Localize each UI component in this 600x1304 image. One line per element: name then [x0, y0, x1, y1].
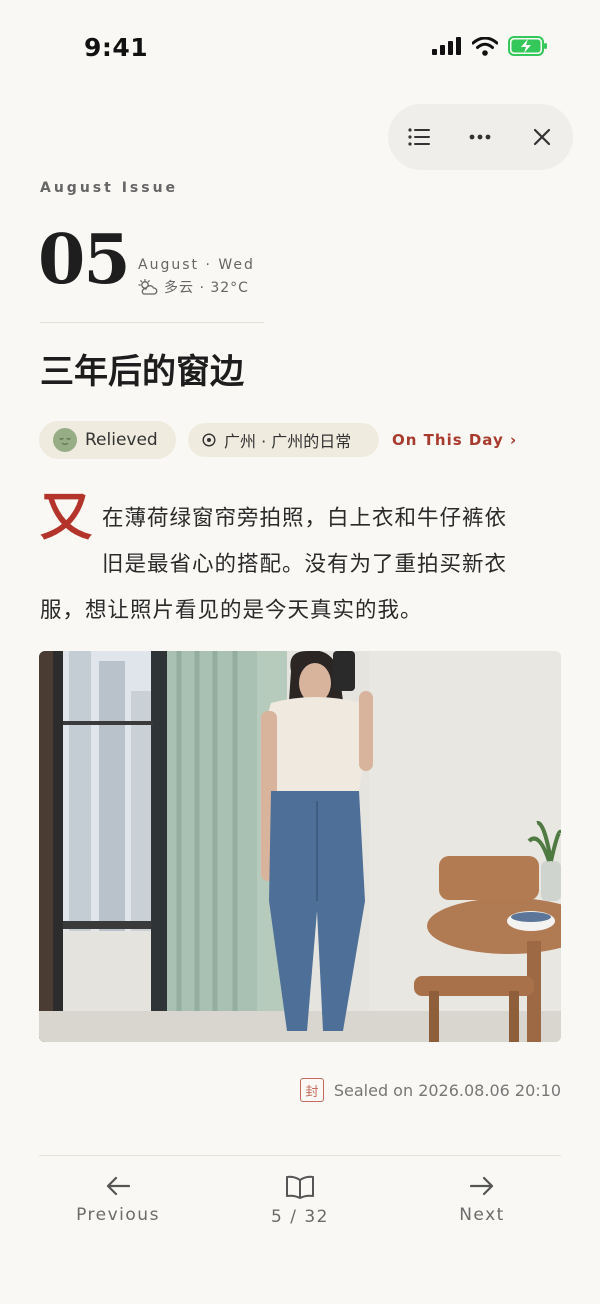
entry-body-line-1: 在薄荷绿窗帘旁拍照，白上衣和牛仔裤依: [102, 506, 508, 531]
next-button[interactable]: Next: [440, 1175, 524, 1225]
more-button[interactable]: [460, 117, 500, 157]
list-icon: [408, 128, 430, 146]
entry-title: 三年后的窗边: [40, 352, 244, 392]
cellular-signal-icon: [432, 37, 461, 55]
sealed-info: 封 Sealed on 2026.08.06 20:10: [299, 1078, 561, 1102]
close-button[interactable]: [522, 117, 562, 157]
location-chip[interactable]: 广州 · 广州的日常: [188, 423, 379, 457]
page-label: 5 / 32: [271, 1207, 329, 1227]
next-label: Next: [459, 1205, 505, 1225]
mood-chip[interactable]: Relieved: [39, 421, 176, 459]
previous-button[interactable]: Previous: [70, 1175, 166, 1225]
status-icons: [432, 36, 548, 56]
weather-row: 多云 · 32°C: [138, 277, 249, 297]
entry-body-line-2: 旧是最省心的搭配。没有为了重拍买新衣: [102, 552, 508, 577]
day-number: 05: [38, 220, 131, 300]
status-time: 9:41: [84, 33, 149, 62]
seal-stamp-icon: 封: [299, 1078, 324, 1102]
more-icon: [470, 134, 491, 140]
month-weekday: August · Wed: [138, 257, 255, 273]
previous-label: Previous: [76, 1205, 160, 1225]
entry-photo[interactable]: [39, 651, 561, 1042]
book-open-icon: [286, 1175, 314, 1199]
entry-body-line-3: 服，想让照片看见的是今天真实的我。: [40, 598, 423, 623]
location-pin-icon: [202, 433, 216, 447]
battery-charging-icon: [508, 36, 547, 56]
arrow-left-icon: [106, 1176, 131, 1196]
sealed-text: Sealed on 2026.08.06 20:10: [333, 1080, 561, 1100]
relieved-face-icon: [53, 428, 77, 452]
page-indicator[interactable]: 5 / 32: [250, 1175, 350, 1227]
partly-cloudy-icon: [138, 279, 158, 295]
weather-text: 多云 · 32°C: [164, 280, 249, 296]
list-button[interactable]: [399, 117, 439, 157]
arrow-right-icon: [469, 1176, 494, 1196]
on-this-day-link[interactable]: On This Day ›: [392, 431, 517, 449]
footer-divider: [39, 1155, 561, 1156]
location-label: 广州 · 广州的日常: [224, 432, 352, 451]
wifi-icon: [472, 36, 498, 56]
drop-cap: 又: [40, 487, 93, 548]
header-divider: [40, 322, 264, 323]
close-icon: [534, 128, 551, 146]
issue-label: August Issue: [40, 180, 179, 196]
mood-label: Relieved: [85, 430, 158, 450]
entry-toolbar: [388, 104, 573, 170]
